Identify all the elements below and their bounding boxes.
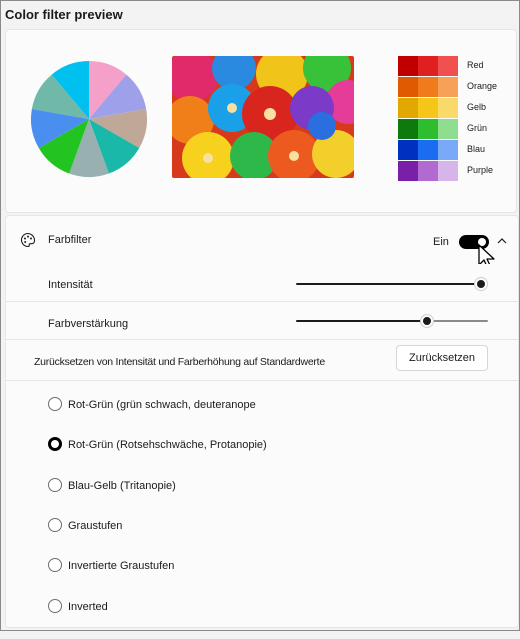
swatch-row: Orange [398, 77, 508, 98]
color-filters-window: Color filter preview Red Orange Gelb Grü… [0, 0, 520, 631]
color-swatch [418, 98, 438, 118]
color-swatch [418, 77, 438, 97]
color-filter-label: Farbfilter [48, 234, 92, 246]
swatch-row: Grün [398, 119, 508, 140]
intensity-row: Intensität [5, 264, 519, 302]
swatch-label: Orange [467, 81, 498, 91]
swatch-row: Gelb [398, 98, 508, 119]
color-boost-slider-thumb[interactable] [421, 315, 433, 327]
radio-button[interactable] [48, 437, 62, 452]
swatch-label: Gelb [467, 102, 487, 112]
color-swatch [398, 140, 418, 160]
radio-button[interactable] [48, 598, 62, 613]
radio-button[interactable] [48, 477, 62, 492]
color-swatch [418, 56, 438, 76]
filter-options: Rot-Grün (grün schwach, deuteranope Rot-G… [5, 381, 519, 628]
option-label: Rot-Grün (grün schwach, deuteranope [68, 399, 256, 411]
color-swatch [398, 119, 418, 139]
reset-description: Zurücksetzen von Intensität und Farberhö… [34, 356, 325, 368]
color-swatch [438, 161, 458, 181]
color-boost-label: Farbverstärkung [48, 318, 129, 330]
option-label: Graustufen [68, 519, 123, 532]
color-filter-section[interactable]: Farbfilter Ein [5, 215, 519, 270]
filter-option[interactable]: Graustufen [6, 517, 516, 558]
intensity-label: Intensität [48, 279, 93, 291]
preview-photo [172, 56, 354, 178]
filter-option[interactable]: Invertierte Graustufen [6, 558, 516, 598]
color-boost-slider-track[interactable] [296, 320, 427, 322]
swatch-label: Red [467, 60, 484, 70]
toggle-state-label: Ein [433, 236, 449, 248]
option-label: Inverted [68, 600, 108, 613]
color-swatch [418, 119, 438, 139]
color-swatch [418, 140, 438, 160]
intensity-slider-track[interactable] [296, 283, 480, 285]
preview-title: Color filter preview [5, 7, 123, 22]
radio-button[interactable] [48, 517, 62, 532]
color-swatch [398, 161, 418, 181]
swatch-label: Grün [467, 123, 488, 133]
filter-option[interactable]: Inverted [6, 598, 516, 639]
swatch-row: Purple [398, 161, 508, 182]
filter-option[interactable]: Rot-Grün (Rotsehschwäche, Protanopie) [6, 437, 516, 477]
intensity-slider-thumb[interactable] [475, 278, 487, 290]
color-swatch [438, 77, 458, 97]
color-swatch [438, 119, 458, 139]
color-swatch [398, 77, 418, 97]
swatch-label: Blau [467, 144, 486, 154]
color-boost-slider-rest[interactable] [427, 320, 488, 322]
color-swatch [398, 56, 418, 76]
option-label: Invertierte Graustufen [68, 560, 175, 573]
filter-option[interactable]: Rot-Grün (grün schwach, deuteranope [6, 397, 516, 437]
color-swatch [398, 98, 418, 118]
filter-option[interactable]: Blau-Gelb (Tritanopie) [6, 477, 516, 518]
color-swatch-grid: Red Orange Gelb Grün Blau Purple [398, 56, 508, 182]
swatch-label: Purple [467, 165, 494, 175]
option-label: Rot-Grün (Rotsehschwäche, Protanopie) [68, 439, 267, 452]
radio-button[interactable] [48, 397, 62, 411]
preview-pie-chart [30, 61, 147, 178]
color-swatch [438, 56, 458, 76]
option-label: Blau-Gelb (Tritanopie) [68, 479, 176, 492]
swatch-row: Red [398, 56, 508, 77]
color-swatch [418, 161, 438, 181]
radio-button[interactable] [48, 558, 62, 573]
color-filter-preview: Red Orange Gelb Grün Blau Purple [5, 29, 517, 213]
swatch-row: Blau [398, 140, 508, 161]
color-swatch [438, 140, 458, 160]
color-swatch [438, 98, 458, 118]
color-boost-row: Farbverstärkung [5, 302, 519, 340]
palette-icon [20, 232, 36, 248]
reset-button[interactable]: Zurücksetzen [396, 345, 488, 371]
reset-row: Zurücksetzen von Intensität und Farberhö… [5, 340, 519, 381]
